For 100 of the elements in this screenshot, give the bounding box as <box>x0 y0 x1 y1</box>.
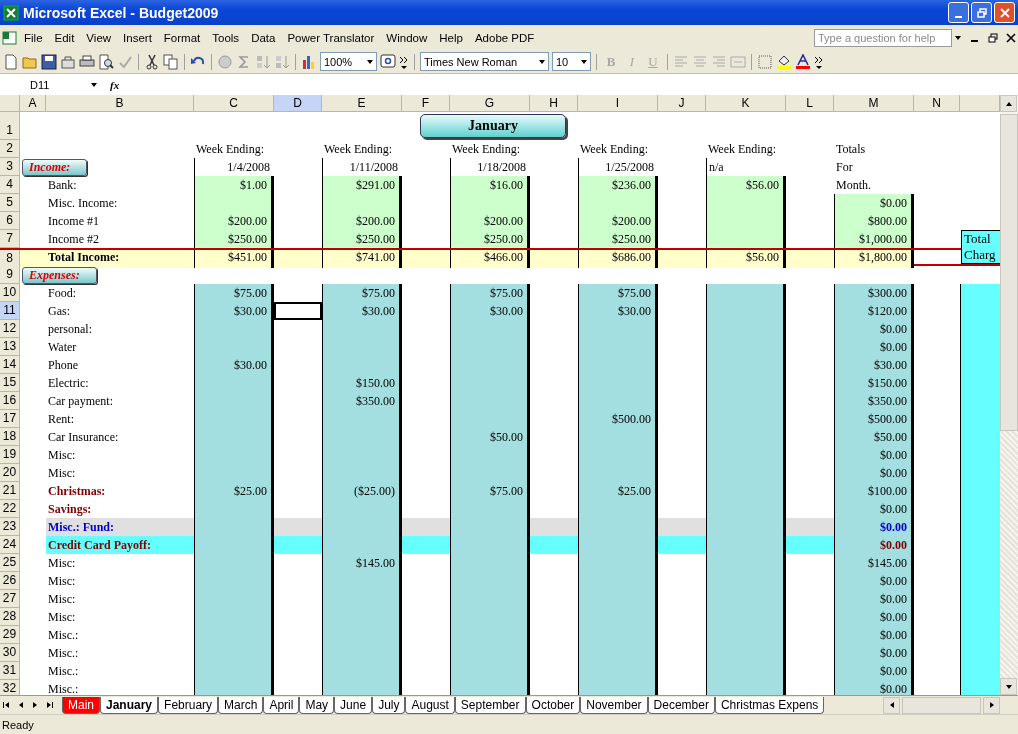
minimize-button[interactable] <box>948 2 969 23</box>
sheet-tab[interactable]: March <box>218 696 264 714</box>
row-number[interactable]: 19 <box>0 446 20 464</box>
save-icon[interactable] <box>41 53 57 70</box>
menu-item[interactable]: Data <box>245 31 282 44</box>
restore-icon[interactable] <box>988 32 998 43</box>
row-number[interactable]: 2 <box>0 140 20 158</box>
row-number[interactable]: 20 <box>0 464 20 482</box>
row-number[interactable]: 26 <box>0 572 20 590</box>
help-icon[interactable] <box>380 53 396 70</box>
column-header[interactable]: A <box>20 95 46 112</box>
row-number[interactable]: 11 <box>0 302 20 320</box>
row-number[interactable]: 18 <box>0 428 20 446</box>
menu-item[interactable]: Help <box>433 31 469 44</box>
row-number[interactable]: 25 <box>0 554 20 572</box>
column-header[interactable]: I <box>578 95 658 112</box>
column-header[interactable]: D <box>274 95 322 112</box>
close-button[interactable] <box>994 2 1015 23</box>
new-document-icon[interactable] <box>3 53 19 70</box>
row-number[interactable]: 24 <box>0 536 20 554</box>
column-header[interactable]: J <box>658 95 706 112</box>
print-icon[interactable] <box>79 53 95 70</box>
font-dropdown[interactable]: Times New Roman <box>420 52 549 71</box>
row-number[interactable]: 27 <box>0 590 20 608</box>
menu-item[interactable]: Edit <box>48 31 81 44</box>
row-number[interactable]: 30 <box>0 644 20 662</box>
column-header[interactable]: F <box>402 95 450 112</box>
menu-item[interactable]: Insert <box>117 31 158 44</box>
scroll-down-icon[interactable] <box>1004 682 1013 691</box>
menu-item[interactable]: Adobe PDF <box>468 31 541 44</box>
row-number[interactable]: 9 <box>0 266 20 284</box>
column-header[interactable]: L <box>786 95 834 112</box>
sheet-tab[interactable]: Main <box>62 696 100 714</box>
restore-button[interactable] <box>971 2 992 23</box>
section-button[interactable]: Income: <box>22 158 88 176</box>
selected-cell[interactable] <box>274 302 322 320</box>
horizontal-scrollbar[interactable] <box>883 696 1000 714</box>
row-number[interactable]: 3 <box>0 158 20 176</box>
row-number[interactable]: 14 <box>0 356 20 374</box>
row-number[interactable]: 6 <box>0 212 20 230</box>
column-header[interactable]: G <box>450 95 530 112</box>
vertical-scrollbar[interactable] <box>1000 95 1018 695</box>
sheet-tab[interactable]: April <box>263 696 300 714</box>
column-header[interactable]: K <box>706 95 786 112</box>
sheet-tab[interactable]: February <box>158 696 219 714</box>
cut-icon[interactable] <box>144 53 160 70</box>
sheet-tab[interactable]: October <box>525 696 581 714</box>
font-size-dropdown[interactable]: 10 <box>552 52 591 71</box>
row-number[interactable]: 10 <box>0 284 20 302</box>
row-number[interactable]: 21 <box>0 482 20 500</box>
row-number[interactable]: 29 <box>0 626 20 644</box>
sheet-tab[interactable]: November <box>580 696 648 714</box>
column-header[interactable]: H <box>530 95 578 112</box>
zoom-dropdown[interactable]: 100% <box>320 52 377 71</box>
row-number[interactable]: 4 <box>0 176 20 194</box>
print-preview-icon[interactable] <box>98 53 114 70</box>
menu-item[interactable]: View <box>80 31 118 44</box>
menu-item[interactable]: Power Translator <box>281 31 381 44</box>
font-color-icon[interactable] <box>795 53 811 70</box>
menu-item[interactable]: Window <box>380 31 434 44</box>
row-number[interactable]: 22 <box>0 500 20 518</box>
menu-item[interactable]: File <box>18 31 49 44</box>
copy-icon[interactable] <box>163 53 179 70</box>
sheet-tab[interactable]: July <box>372 696 406 714</box>
name-box[interactable]: D11 <box>2 76 98 93</box>
row-number[interactable]: 32 <box>0 680 20 695</box>
first-sheet-icon[interactable] <box>3 701 11 709</box>
close-icon[interactable] <box>1006 32 1016 43</box>
fill-color-icon[interactable] <box>776 53 792 70</box>
row-number[interactable]: 5 <box>0 194 20 212</box>
sheet-tab[interactable]: January <box>100 696 159 714</box>
row-number[interactable]: 31 <box>0 662 20 680</box>
row-number[interactable]: 7 <box>0 230 20 248</box>
caret-icon[interactable] <box>954 33 962 42</box>
sheet-tab[interactable]: June <box>334 696 373 714</box>
sheet-tab[interactable]: Christmas Expens <box>714 696 825 714</box>
row-number[interactable]: 1 <box>0 112 20 140</box>
bar-chart-icon[interactable] <box>301 53 317 70</box>
column-header[interactable]: M <box>834 95 914 112</box>
row-number[interactable]: 12 <box>0 320 20 338</box>
sheet-tab[interactable]: August <box>405 696 455 714</box>
column-header[interactable]: B <box>46 95 194 112</box>
next-sheet-icon[interactable] <box>31 701 39 709</box>
sheet-tab[interactable]: May <box>299 696 335 714</box>
function-button[interactable]: fx <box>104 78 126 91</box>
row-number[interactable]: 28 <box>0 608 20 626</box>
previous-sheet-icon[interactable] <box>17 701 25 709</box>
row-number[interactable]: 13 <box>0 338 20 356</box>
row-number[interactable]: 17 <box>0 410 20 428</box>
column-header[interactable]: N <box>914 95 960 112</box>
sheet-tab[interactable]: December <box>647 696 715 714</box>
row-number[interactable]: 15 <box>0 374 20 392</box>
row-number[interactable]: 16 <box>0 392 20 410</box>
row-number[interactable]: 23 <box>0 518 20 536</box>
sheet-tab[interactable]: September <box>454 696 526 714</box>
column-header[interactable]: E <box>322 95 402 112</box>
scroll-right-icon[interactable] <box>987 701 996 709</box>
help-search-field[interactable]: Type a question for help <box>814 28 952 47</box>
month-title-button[interactable]: January <box>420 114 566 138</box>
menu-item[interactable]: Tools <box>206 31 246 44</box>
